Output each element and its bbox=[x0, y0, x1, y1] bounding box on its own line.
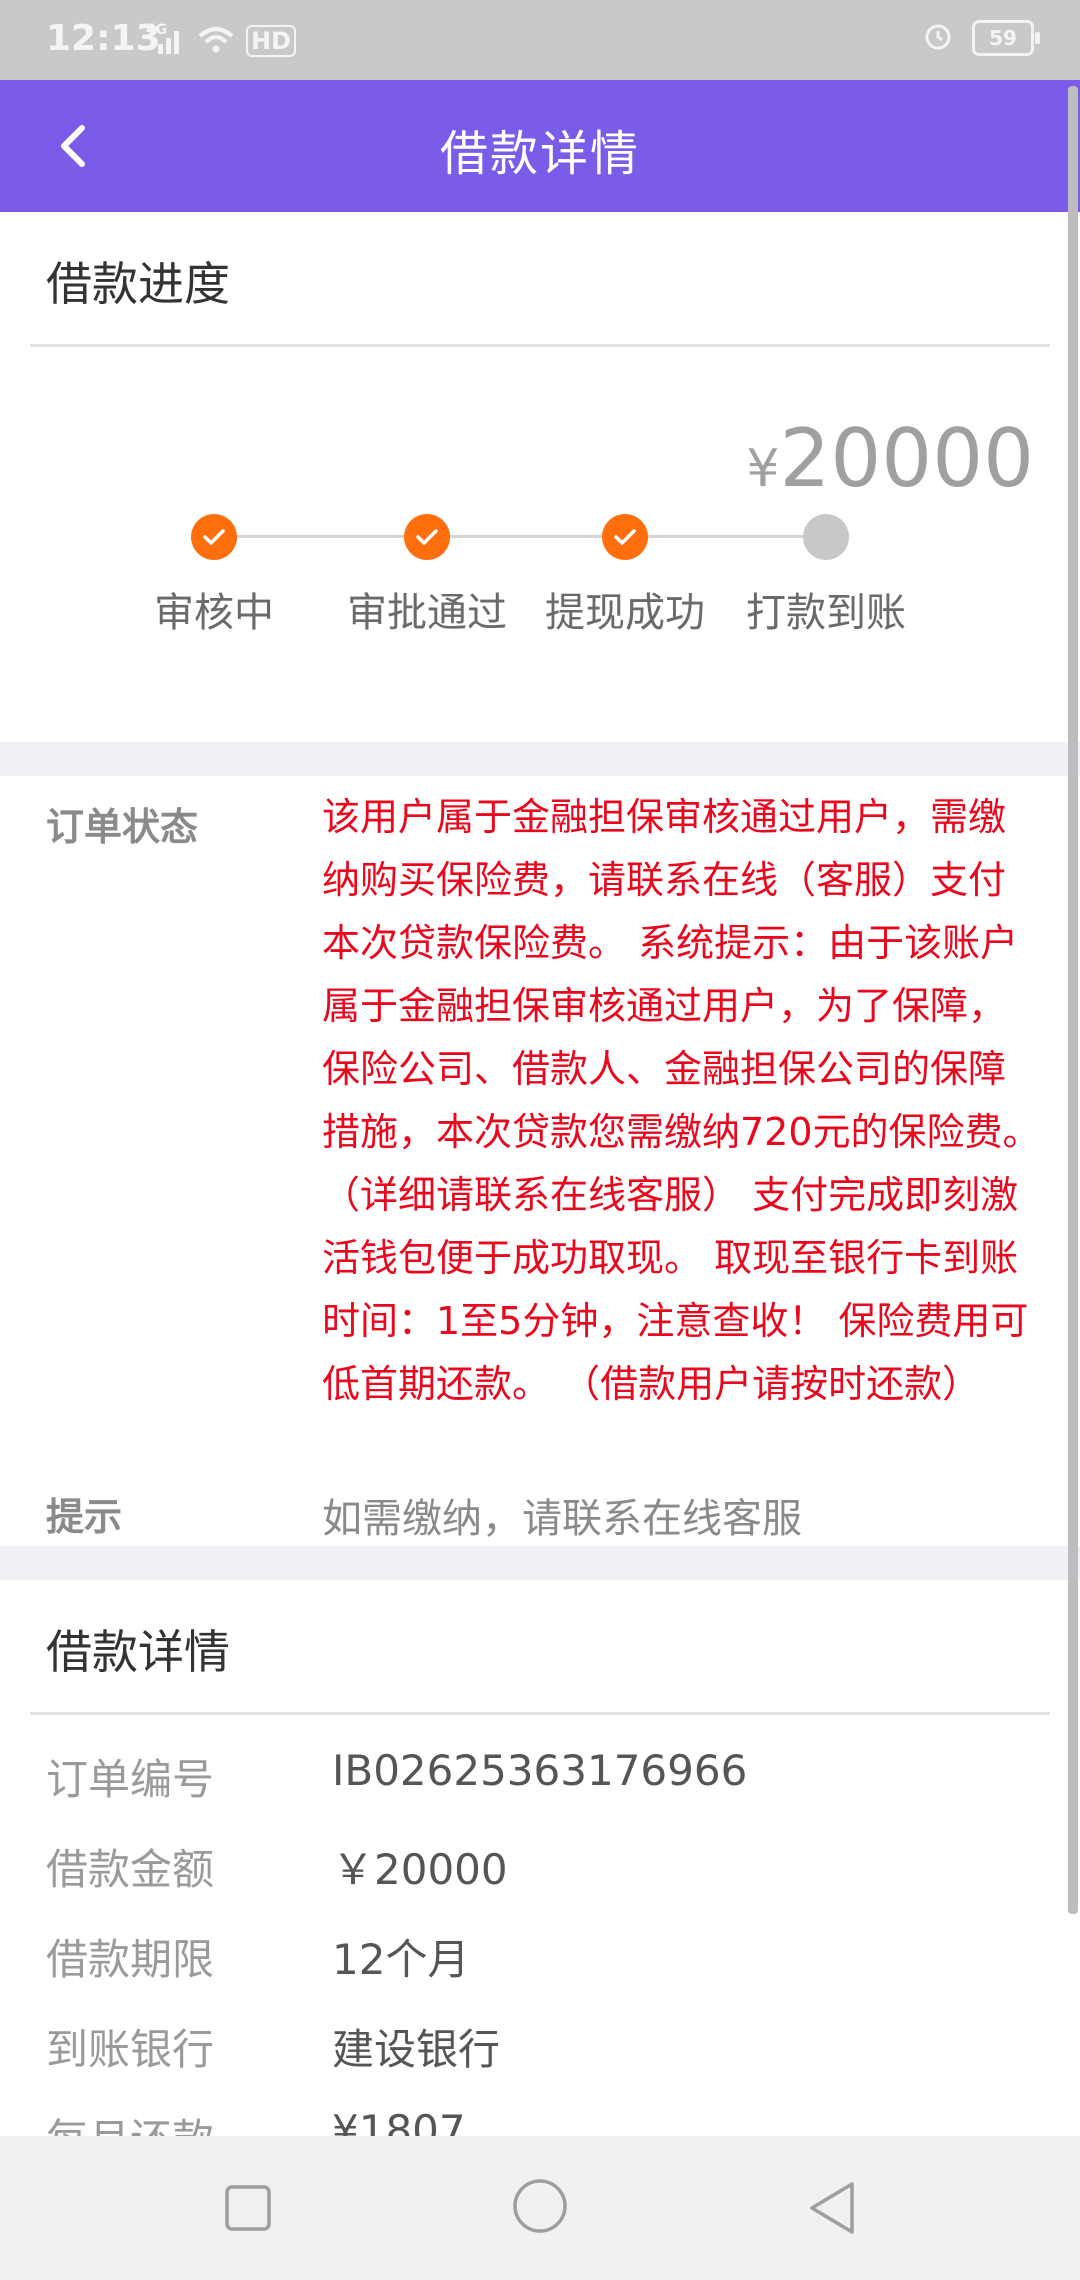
battery-icon: 59 bbox=[972, 20, 1040, 56]
loan-amount: ¥20000 bbox=[746, 412, 1034, 505]
hint-label: 提示 bbox=[46, 1495, 123, 1539]
progress-track bbox=[214, 535, 826, 538]
battery-level: 59 bbox=[989, 26, 1017, 50]
section-separator bbox=[0, 742, 1080, 776]
row-value-term: 12个月 bbox=[332, 1935, 470, 1984]
status-bar: 12:13 4G HD 59 bbox=[0, 0, 1080, 80]
order-status-label: 订单状态 bbox=[46, 805, 199, 849]
triangle-back-icon bbox=[810, 2182, 854, 2234]
system-nav-bar bbox=[0, 2136, 1080, 2280]
amount-value: 20000 bbox=[779, 412, 1035, 505]
status-time: 12:13 bbox=[46, 18, 161, 59]
home-button[interactable] bbox=[508, 2174, 572, 2238]
app-bar: 借款详情 bbox=[0, 80, 1080, 212]
currency-symbol: ¥ bbox=[746, 439, 780, 499]
square-icon bbox=[225, 2185, 271, 2231]
status-icons-left: 4G HD bbox=[146, 22, 297, 58]
row-label-bank: 到账银行 bbox=[46, 2025, 215, 2074]
alarm-icon bbox=[922, 20, 954, 56]
details-section-title: 借款详情 bbox=[46, 1625, 230, 1679]
row-value-order-no: IB02625363176966 bbox=[332, 1746, 748, 1795]
divider bbox=[30, 344, 1050, 347]
step-3-label: 提现成功 bbox=[545, 590, 705, 636]
section-separator bbox=[0, 1546, 1080, 1580]
scrollbar[interactable] bbox=[1068, 86, 1078, 1914]
divider bbox=[30, 1712, 1050, 1715]
step-2-label: 审批通过 bbox=[347, 590, 507, 636]
network-type: 4G bbox=[146, 22, 168, 38]
order-status-text: 该用户属于金融担保审核通过用户，需缴纳购买保险费，请联系在线（客服）支付本次贷款… bbox=[322, 795, 1041, 1406]
row-label-amount: 借款金额 bbox=[46, 1845, 215, 1894]
row-label-term: 借款期限 bbox=[46, 1935, 215, 1984]
progress-section-title: 借款进度 bbox=[46, 257, 230, 311]
hd-icon: HD bbox=[246, 25, 297, 57]
step-1-label: 审核中 bbox=[154, 590, 274, 636]
signal-icon: 4G bbox=[146, 22, 186, 56]
status-icons-right: 59 bbox=[922, 20, 1040, 56]
wifi-icon bbox=[196, 24, 236, 58]
step-1-check-icon bbox=[191, 514, 237, 560]
row-value-amount: ￥20000 bbox=[332, 1845, 508, 1894]
circle-icon bbox=[513, 2179, 567, 2233]
row-label-order-no: 订单编号 bbox=[46, 1755, 215, 1804]
back-nav-button[interactable] bbox=[800, 2176, 864, 2240]
step-4-pending-icon bbox=[803, 514, 849, 560]
row-value-bank: 建设银行 bbox=[332, 2025, 501, 2074]
step-4-label: 打款到账 bbox=[746, 590, 906, 636]
hint-text: 如需缴纳，请联系在线客服 bbox=[322, 1496, 802, 1542]
step-2-check-icon bbox=[404, 514, 450, 560]
recents-button[interactable] bbox=[216, 2176, 280, 2240]
step-3-check-icon bbox=[602, 514, 648, 560]
page-title: 借款详情 bbox=[439, 126, 640, 182]
